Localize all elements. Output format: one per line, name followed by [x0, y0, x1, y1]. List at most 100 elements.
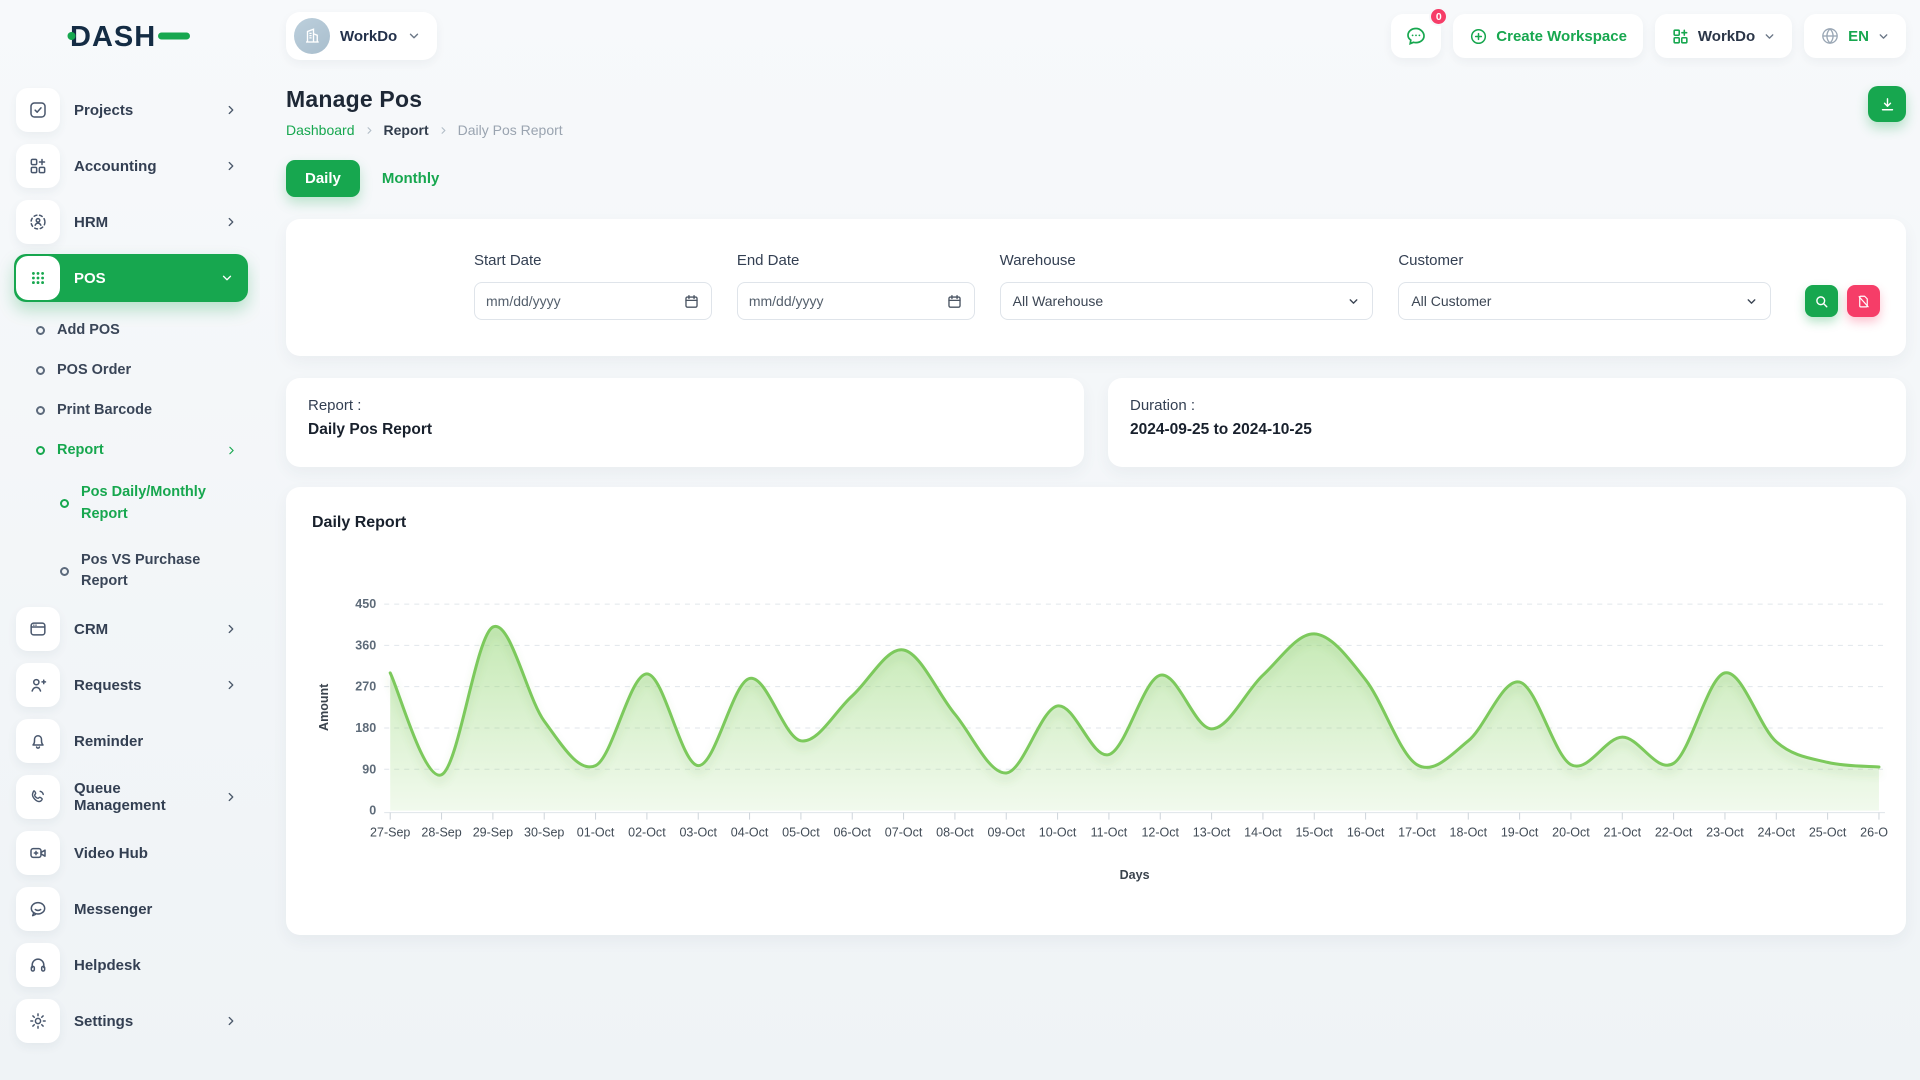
svg-text:21-Oct: 21-Oct — [1603, 826, 1641, 840]
warehouse-select[interactable]: All Warehouse — [1000, 282, 1374, 320]
sidebar-item-projects[interactable]: Projects — [14, 86, 248, 134]
grid-dots-icon — [16, 256, 60, 300]
bullet-ring-icon — [60, 567, 69, 576]
headphones-icon — [16, 943, 60, 987]
report-card-value: Daily Pos Report — [308, 421, 1062, 439]
sidebar-item-hrm[interactable]: HRM — [14, 198, 248, 246]
svg-text:28-Sep: 28-Sep — [421, 826, 461, 840]
svg-text:04-Oct: 04-Oct — [731, 826, 769, 840]
bullet-ring-icon — [60, 499, 69, 508]
sidebar-item-requests[interactable]: Requests — [14, 661, 248, 709]
chevron-right-icon — [224, 215, 238, 229]
chevron-down-icon — [220, 271, 234, 285]
sidebar-item-crm[interactable]: CRM — [14, 605, 248, 653]
sidebar-item-settings[interactable]: Settings — [14, 997, 248, 1045]
phone-call-icon — [16, 775, 60, 819]
sidebar-item-pos-order[interactable]: POS Order — [14, 350, 248, 390]
svg-text:18-Oct: 18-Oct — [1449, 826, 1487, 840]
sidebar-item-add-pos[interactable]: Add POS — [14, 310, 248, 350]
chevron-right-icon — [224, 790, 238, 804]
svg-text:06-Oct: 06-Oct — [833, 826, 871, 840]
sidebar-item-report[interactable]: Report — [14, 430, 248, 470]
download-report-button[interactable] — [1868, 86, 1906, 122]
breadcrumb-current: Daily Pos Report — [458, 122, 563, 138]
browser-card-icon — [16, 607, 60, 651]
calendar-icon[interactable] — [683, 293, 700, 310]
reset-filter-button[interactable] — [1847, 285, 1880, 317]
workspace-switcher[interactable]: WorkDo — [286, 12, 437, 60]
svg-text:25-Oct: 25-Oct — [1809, 826, 1847, 840]
svg-text:270: 270 — [355, 680, 376, 694]
duration-card: Duration : 2024-09-25 to 2024-10-25 — [1108, 378, 1906, 467]
globe-icon — [1820, 26, 1840, 46]
sidebar-item-video-hub[interactable]: Video Hub — [14, 829, 248, 877]
warehouse-label: Warehouse — [1000, 252, 1374, 269]
sidebar-item-helpdesk[interactable]: Helpdesk — [14, 941, 248, 989]
tab-daily[interactable]: Daily — [286, 160, 360, 197]
chart-area: 09018027036045027-Sep28-Sep29-Sep30-Sep0… — [312, 578, 1888, 889]
app-menu-label: WorkDo — [1698, 28, 1755, 45]
svg-text:09-Oct: 09-Oct — [987, 826, 1025, 840]
app-menu-button[interactable]: WorkDo — [1655, 14, 1792, 58]
sidebar-item-accounting[interactable]: Accounting — [14, 142, 248, 190]
warehouse-field: Warehouse All Warehouse — [1000, 252, 1374, 320]
chevron-down-icon — [1763, 30, 1776, 43]
create-workspace-button[interactable]: Create Workspace — [1453, 14, 1643, 58]
grid-plus-icon — [1671, 27, 1690, 46]
workspace-name: WorkDo — [340, 28, 397, 45]
start-date-input[interactable]: mm/dd/yyyy — [474, 282, 712, 320]
breadcrumb-dashboard-link[interactable]: Dashboard — [286, 122, 355, 138]
search-button[interactable] — [1805, 285, 1838, 317]
svg-text:30-Sep: 30-Sep — [524, 826, 564, 840]
chevron-down-icon — [1745, 295, 1758, 308]
bell-icon — [16, 719, 60, 763]
end-date-input[interactable]: mm/dd/yyyy — [737, 282, 975, 320]
svg-text:450: 450 — [355, 597, 376, 611]
brand-logo[interactable]: DASH — [0, 18, 260, 54]
page-header: Manage Pos Dashboard Report Daily Pos Re… — [286, 86, 1906, 138]
svg-text:10-Oct: 10-Oct — [1039, 826, 1077, 840]
chevron-right-icon — [224, 678, 238, 692]
sidebar-item-pos-vs-purchase-report[interactable]: Pos VS Purchase Report — [14, 538, 248, 606]
calendar-icon[interactable] — [946, 293, 963, 310]
sidebar: Projects Accounting HRM — [0, 72, 260, 1080]
customer-select[interactable]: All Customer — [1398, 282, 1771, 320]
bullet-ring-icon — [36, 326, 45, 335]
messages-button[interactable]: 0 — [1391, 14, 1441, 58]
bullet-ring-icon — [36, 366, 45, 375]
svg-text:01-Oct: 01-Oct — [577, 826, 615, 840]
svg-text:02-Oct: 02-Oct — [628, 826, 666, 840]
top-bar-actions: 0 Create Workspace WorkDo — [1391, 14, 1906, 58]
svg-text:12-Oct: 12-Oct — [1141, 826, 1179, 840]
check-square-icon — [16, 88, 60, 132]
customer-label: Customer — [1398, 252, 1771, 269]
sidebar-item-print-barcode[interactable]: Print Barcode — [14, 390, 248, 430]
sidebar-item-pos[interactable]: POS — [14, 254, 248, 302]
chevron-down-icon — [1877, 30, 1890, 43]
file-slash-icon — [1856, 294, 1871, 309]
download-icon — [1879, 96, 1896, 113]
svg-text:15-Oct: 15-Oct — [1295, 826, 1333, 840]
svg-text:20-Oct: 20-Oct — [1552, 826, 1590, 840]
sidebar-item-pos-daily-monthly-report[interactable]: Pos Daily/Monthly Report — [14, 470, 248, 538]
svg-text:24-Oct: 24-Oct — [1758, 826, 1796, 840]
bullet-ring-icon — [36, 446, 45, 455]
sidebar-item-messenger[interactable]: Messenger — [14, 885, 248, 933]
svg-text:0: 0 — [369, 804, 376, 818]
svg-text:22-Oct: 22-Oct — [1655, 826, 1693, 840]
svg-text:Days: Days — [1120, 868, 1150, 882]
breadcrumb-report-link[interactable]: Report — [384, 122, 429, 138]
duration-card-label: Duration : — [1130, 397, 1884, 414]
main-content: Manage Pos Dashboard Report Daily Pos Re… — [260, 72, 1920, 1080]
summary-cards: Report : Daily Pos Report Duration : 202… — [286, 378, 1906, 467]
dash-logo-icon: DASH — [66, 18, 194, 54]
language-selector[interactable]: EN — [1804, 14, 1906, 58]
daily-report-card: Daily Report 09018027036045027-Sep28-Sep… — [286, 487, 1906, 935]
filter-actions — [1805, 285, 1880, 317]
sidebar-item-reminder[interactable]: Reminder — [14, 717, 248, 765]
tab-monthly[interactable]: Monthly — [374, 160, 448, 197]
bullet-ring-icon — [36, 406, 45, 415]
filter-panel: Start Date mm/dd/yyyy End Date mm/dd/yyy… — [286, 219, 1906, 356]
sidebar-item-queue-management[interactable]: Queue Management — [14, 773, 248, 821]
app-root: DASH WorkDo 0 — [0, 0, 1920, 1080]
